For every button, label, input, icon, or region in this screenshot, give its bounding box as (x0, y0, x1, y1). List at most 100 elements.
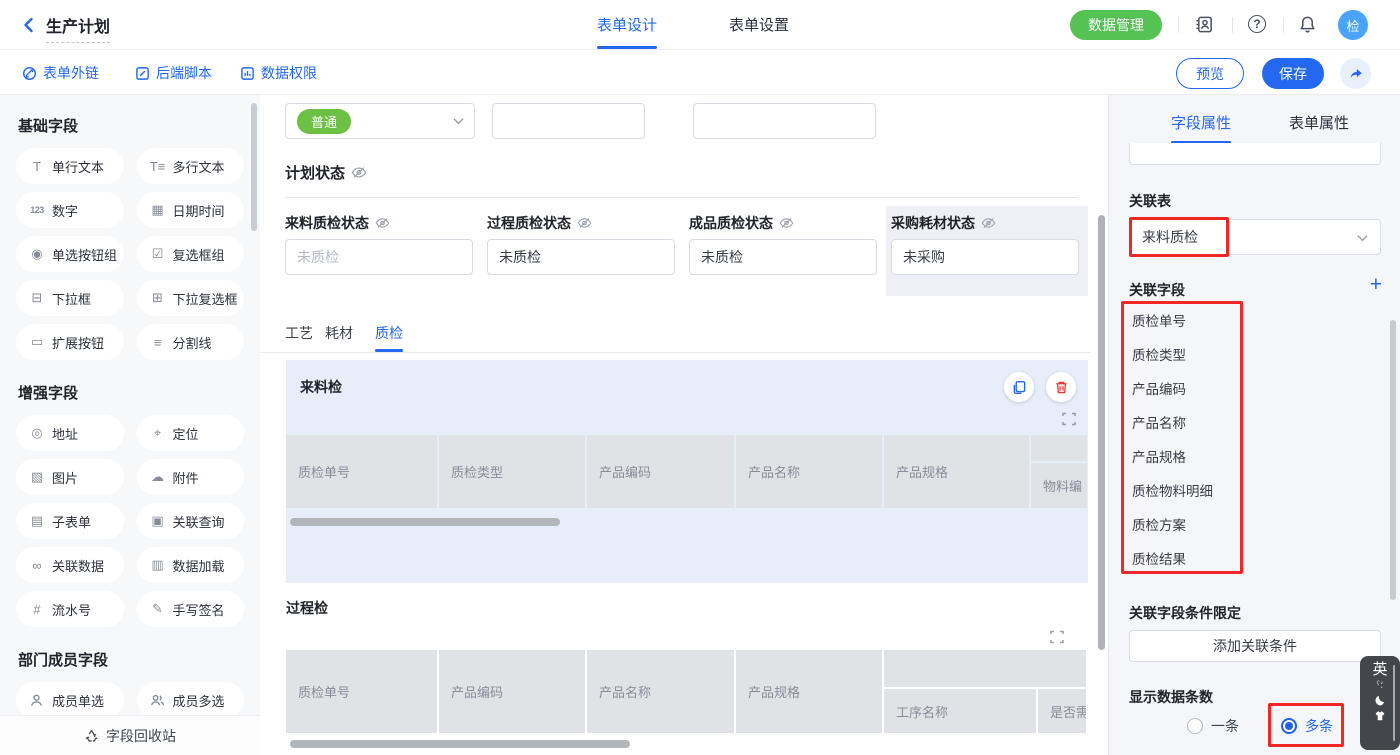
field-recycle-bin[interactable]: 字段回收站 (0, 715, 260, 755)
column-header: 工序名称 (884, 689, 1036, 733)
address-icon: ◎ (29, 425, 45, 441)
related-field-item[interactable]: 质检物料明细 (1132, 480, 1213, 500)
field-item-location[interactable]: ⌖定位 (137, 415, 245, 451)
user-avatar[interactable]: 检 (1338, 10, 1368, 40)
data-load-icon: ▥ (150, 557, 166, 573)
field-item-image[interactable]: ▧图片 (16, 459, 124, 495)
related-field-item[interactable]: 质检方案 (1132, 514, 1186, 534)
field-item-data-load[interactable]: ▥数据加载 (137, 547, 245, 583)
tab-process-craft[interactable]: 工艺 (285, 323, 313, 343)
status-field-purchase-material[interactable]: 采购耗材状态 (891, 213, 996, 233)
subform-h-scrollbar[interactable] (290, 740, 630, 748)
single-line-text-icon: T (29, 159, 45, 174)
field-item-divider[interactable]: ≡分割线 (137, 324, 245, 360)
incoming-inspection-subform[interactable]: 来料检 质检单号 质检类型 产品编码 产品名称 产品规格 物料编 (286, 360, 1088, 583)
related-fields-label: 关联字段 (1129, 280, 1185, 300)
related-field-item[interactable]: 质检类型 (1132, 344, 1186, 364)
incoming-qc-status-input[interactable] (285, 239, 473, 275)
field-item-number[interactable]: 123数字 (16, 192, 124, 228)
product-qc-status-input[interactable] (689, 239, 877, 275)
purchase-material-status-input[interactable] (891, 239, 1079, 275)
plan-type-tag: 普通 (297, 109, 351, 134)
field-item-member-multi[interactable]: 成员多选 (137, 682, 245, 718)
related-field-item[interactable]: 产品编码 (1132, 378, 1186, 398)
external-link-button[interactable]: 表单外链 (22, 63, 99, 83)
translate-lang-button[interactable]: 英 (1372, 661, 1387, 679)
empty-text-field-1[interactable] (492, 103, 645, 139)
data-permission-button[interactable]: 数据权限 (240, 63, 317, 83)
field-title-input-partial[interactable] (1129, 143, 1381, 165)
member-multi-icon (150, 693, 166, 708)
plan-status-divider-field[interactable]: 计划状态 (285, 162, 367, 183)
tab-form-design[interactable]: 表单设计 (597, 14, 657, 35)
related-field-item[interactable]: 产品名称 (1132, 412, 1186, 432)
properties-panel: 字段属性 表单属性 关联表 来料质检 关联字段 + 质检单号 质检类型 产品编码… (1108, 95, 1400, 755)
related-field-item[interactable]: 质检单号 (1132, 310, 1186, 330)
field-item-serial-number[interactable]: #流水号 (16, 591, 124, 627)
field-item-signature[interactable]: ✎手写签名 (137, 591, 245, 627)
process-inspection-subform[interactable]: 过程检 质检单号 产品编码 产品名称 产品规格 工序名称 是否需 (286, 592, 1088, 755)
tab-quality-check[interactable]: 质检 (375, 323, 403, 343)
field-item-attachment[interactable]: ☁附件 (137, 459, 245, 495)
field-item-linked-query[interactable]: ▣关联查询 (137, 503, 245, 539)
related-field-item[interactable]: 产品规格 (1132, 446, 1186, 466)
field-item-datetime[interactable]: ▦日期时间 (137, 192, 245, 228)
address-book-icon[interactable] (1193, 13, 1215, 35)
copy-field-button[interactable] (1004, 372, 1034, 402)
chevron-down-icon (1357, 234, 1368, 242)
field-item-single-line-text[interactable]: T单行文本 (16, 148, 124, 184)
sidebar-scrollbar[interactable] (251, 103, 257, 231)
delete-field-button[interactable] (1046, 372, 1076, 402)
tab-form-properties[interactable]: 表单属性 (1289, 112, 1349, 133)
radio-option-multiple[interactable]: 多条 (1281, 716, 1333, 736)
add-related-field-icon[interactable]: + (1370, 273, 1382, 297)
field-item-member-single[interactable]: 成员单选 (16, 682, 124, 718)
notification-bell-icon[interactable] (1296, 13, 1318, 35)
tab-form-settings[interactable]: 表单设置 (729, 14, 789, 35)
add-condition-button[interactable]: 添加关联条件 (1129, 630, 1381, 662)
backend-script-button[interactable]: 后端脚本 (135, 63, 212, 83)
data-manage-button[interactable]: 数据管理 (1070, 10, 1162, 40)
column-header: 产品编码 (587, 435, 734, 508)
properties-scrollbar[interactable] (1390, 320, 1396, 600)
help-icon[interactable]: ? (1246, 13, 1268, 35)
member-single-icon (29, 693, 45, 708)
field-item-multi-dropdown[interactable]: ⊞下拉复选框 (137, 280, 245, 316)
tab-material[interactable]: 耗材 (325, 323, 353, 343)
preview-button[interactable]: 预览 (1176, 58, 1244, 89)
empty-text-field-2[interactable] (693, 103, 876, 139)
tab-field-properties[interactable]: 字段属性 (1171, 112, 1231, 133)
save-button[interactable]: 保存 (1262, 58, 1324, 89)
expand-icon[interactable] (1050, 630, 1064, 644)
field-item-multi-line-text[interactable]: T≡多行文本 (137, 148, 245, 184)
column-header-partial: 是否需 (1038, 689, 1086, 733)
status-field-product-qc[interactable]: 成品质检状态 (689, 213, 794, 233)
status-field-incoming-qc[interactable]: 来料质检状态 (285, 213, 390, 233)
subform-h-scrollbar[interactable] (290, 518, 560, 526)
field-item-address[interactable]: ◎地址 (16, 415, 124, 451)
back-icon[interactable] (20, 16, 38, 34)
radio-option-single[interactable]: 一条 (1187, 716, 1239, 736)
field-item-checkbox-group[interactable]: ☑复选框组 (137, 236, 245, 272)
expand-icon[interactable] (1062, 412, 1076, 426)
dark-mode-moon-icon[interactable] (1373, 693, 1388, 708)
field-item-radio-group[interactable]: ◉单选按钮组 (16, 236, 124, 272)
share-button[interactable] (1340, 58, 1371, 89)
related-field-item[interactable]: 质检结果 (1132, 548, 1186, 568)
trash-icon (1054, 380, 1069, 395)
theme-shirt-icon[interactable] (1373, 709, 1387, 723)
canvas-v-scrollbar[interactable] (1098, 215, 1105, 650)
radio-unchecked-icon (1187, 718, 1203, 734)
process-qc-status-input[interactable] (487, 239, 675, 275)
external-link-icon (22, 66, 37, 81)
related-table-select[interactable]: 来料质检 (1129, 219, 1381, 255)
field-item-dropdown[interactable]: ⊟下拉框 (16, 280, 124, 316)
field-item-subform[interactable]: ▤子表单 (16, 503, 124, 539)
status-field-process-qc[interactable]: 过程质检状态 (487, 213, 592, 233)
attachment-icon: ☁ (150, 469, 166, 485)
field-item-linked-data[interactable]: ∞关联数据 (16, 547, 124, 583)
plan-type-select[interactable]: 普通 (285, 103, 475, 139)
form-title[interactable]: 生产计划 (46, 13, 110, 43)
field-item-extend-button[interactable]: ▭扩展按钮 (16, 324, 124, 360)
shirt-icon (1373, 709, 1387, 723)
